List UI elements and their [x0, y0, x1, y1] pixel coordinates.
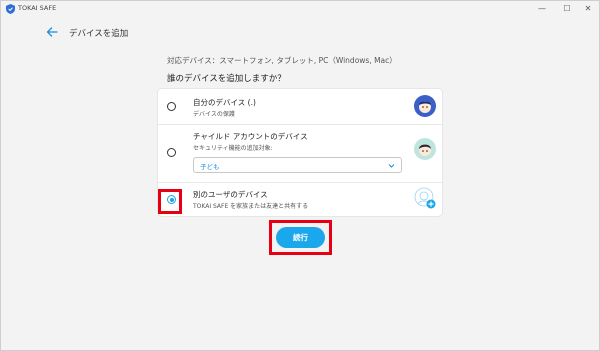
supported-devices-text: 対応デバイス：スマートフォン, タブレット, PC（Windows, Mac） — [167, 56, 397, 65]
option-child-device[interactable]: チャイルド アカウントのデバイス セキュリティ機能の追加対象: 子ども — [158, 125, 442, 183]
option-title: チャイルド アカウントのデバイス — [193, 132, 308, 141]
continue-button[interactable]: 続行 — [276, 227, 325, 248]
option-other-user-device[interactable]: 別のユーザのデバイス TOKAI SAFE を家族または友達と共有する — [158, 183, 442, 216]
option-title: 自分のデバイス (.) — [193, 98, 256, 107]
close-button[interactable]: ✕ — [581, 3, 595, 14]
back-arrow-icon[interactable] — [45, 25, 59, 39]
maximize-button[interactable]: ☐ — [560, 3, 574, 14]
radio-own-device[interactable] — [167, 102, 176, 111]
minimize-button[interactable]: — — [535, 3, 549, 14]
select-value: 子ども — [200, 163, 220, 171]
question-heading: 誰のデバイスを追加しますか？ — [167, 74, 286, 84]
child-avatar-icon — [414, 138, 436, 160]
add-user-avatar-icon — [414, 187, 436, 209]
option-title: 別のユーザのデバイス — [193, 190, 268, 199]
child-select-dropdown[interactable]: 子ども — [193, 157, 402, 173]
radio-highlight-box — [158, 189, 182, 214]
window-title: TOKAI SAFE — [18, 4, 57, 12]
page-title: デバイスを追加 — [69, 29, 129, 39]
option-subtitle: デバイスの保護 — [193, 111, 235, 118]
option-own-device[interactable]: 自分のデバイス (.) デバイスの保護 — [158, 89, 442, 125]
option-subtitle: TOKAI SAFE を家族または友達と共有する — [193, 203, 309, 210]
option-subtitle: セキュリティ機能の追加対象: — [193, 145, 273, 152]
app-window: TOKAI SAFE — ☐ ✕ デバイスを追加 対応デバイス：スマートフォン,… — [0, 0, 600, 351]
shield-logo-icon — [6, 4, 15, 14]
chevron-down-icon — [388, 164, 395, 168]
title-bar: TOKAI SAFE — ☐ ✕ — [1, 1, 599, 17]
radio-child-device[interactable] — [167, 148, 176, 157]
device-options-card: 自分のデバイス (.) デバイスの保護 チャイルド アカウントのデバイス セキュ… — [158, 89, 442, 216]
adult-avatar-icon — [414, 95, 436, 117]
